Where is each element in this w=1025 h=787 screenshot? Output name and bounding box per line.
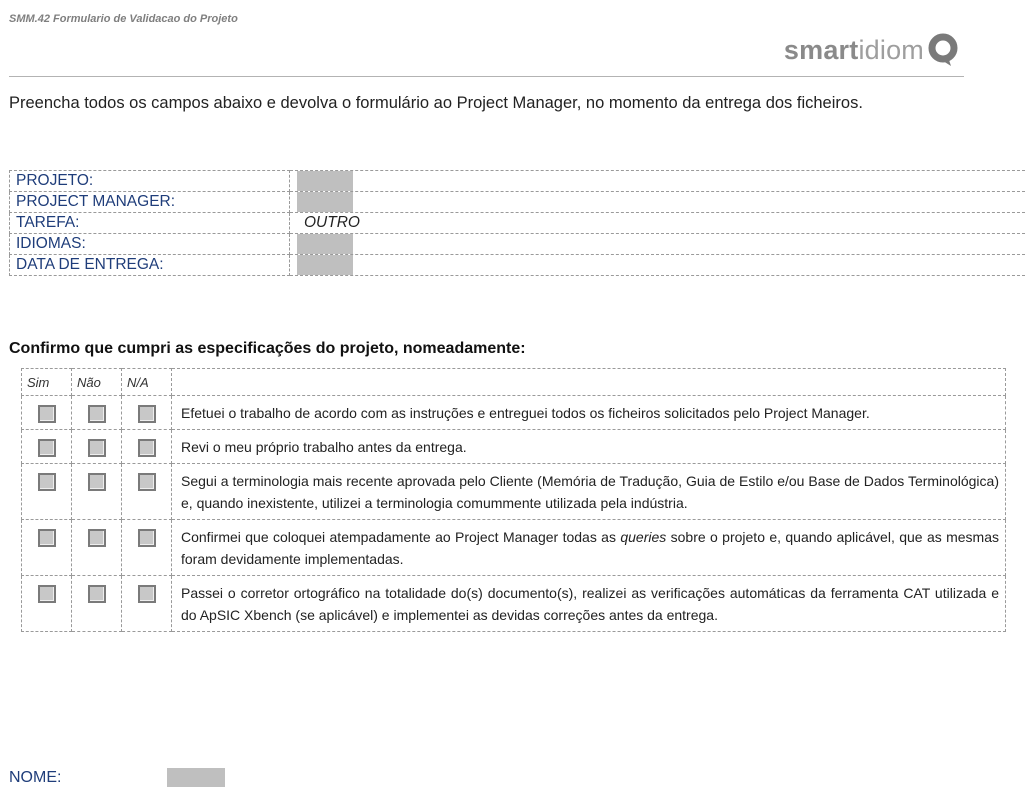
checklist-header-row: Sim Não N/A <box>21 368 1006 396</box>
checklist-table: Sim Não N/A Efetuei o trabalho de acordo… <box>21 368 1006 632</box>
checkbox-sim[interactable] <box>37 405 56 423</box>
info-row-projeto: PROJETO: <box>9 170 1025 192</box>
checkbox-na[interactable] <box>137 439 156 457</box>
intro-text: Preencha todos os campos abaixo e devolv… <box>9 94 863 112</box>
logo-mark-icon <box>928 33 958 66</box>
header-divider <box>9 76 964 77</box>
document-code: SMM.42 Formulario de Validacao do Projet… <box>9 13 238 25</box>
checklist-row: Revi o meu próprio trabalho antes da ent… <box>21 429 1006 464</box>
checkbox-sim[interactable] <box>37 585 56 603</box>
logo-wordmark-light: idiom <box>858 34 924 65</box>
checklist-item-text: Efetuei o trabalho de acordo com as inst… <box>171 395 1006 430</box>
info-row-project-manager: PROJECT MANAGER: <box>9 191 1025 213</box>
tarefa-value[interactable]: OUTRO <box>288 212 1025 234</box>
name-field[interactable] <box>167 768 225 787</box>
checklist-row: Confirmei que coloquei atempadamente ao … <box>21 519 1006 576</box>
info-value-cell <box>288 191 1025 213</box>
checklist-item-text: Revi o meu próprio trabalho antes da ent… <box>171 429 1006 464</box>
logo-wordmark: smart <box>783 34 859 65</box>
data-entrega-field[interactable] <box>296 255 353 275</box>
info-row-data-entrega: DATA DE ENTREGA: <box>9 254 1025 276</box>
checkbox-na[interactable] <box>137 405 156 423</box>
checkbox-nao[interactable] <box>87 585 106 603</box>
info-value-cell <box>288 233 1025 255</box>
info-row-idiomas: IDIOMAS: <box>9 233 1025 255</box>
checkbox-nao[interactable] <box>87 439 106 457</box>
checklist-row: Segui a terminologia mais recente aprova… <box>21 463 1006 520</box>
checkbox-nao[interactable] <box>87 473 106 491</box>
info-label: DATA DE ENTREGA: <box>9 254 290 276</box>
checkbox-nao[interactable] <box>87 405 106 423</box>
checklist-item-text: Segui a terminologia mais recente aprova… <box>171 463 1006 520</box>
checklist-row: Passei o corretor ortográfico na totalid… <box>21 575 1006 632</box>
info-label: TAREFA: <box>9 212 290 234</box>
project-info-table: PROJETO: PROJECT MANAGER: TAREFA: OUTRO … <box>9 170 1025 276</box>
checklist-item-text: Passei o corretor ortográfico na totalid… <box>171 575 1006 632</box>
info-label: IDIOMAS: <box>9 233 290 255</box>
idiomas-field[interactable] <box>296 234 353 254</box>
checklist-item-text: Confirmei que coloquei atempadamente ao … <box>171 519 1006 576</box>
info-label: PROJETO: <box>9 170 290 192</box>
smartidiom-logo: smart idiom <box>760 28 960 72</box>
column-header-description <box>171 368 1006 396</box>
checkbox-sim[interactable] <box>37 439 56 457</box>
checkbox-sim[interactable] <box>37 529 56 547</box>
project-manager-field[interactable] <box>296 192 353 212</box>
checkbox-nao[interactable] <box>87 529 106 547</box>
checkbox-sim[interactable] <box>37 473 56 491</box>
column-header-na: N/A <box>121 368 172 396</box>
column-header-nao: Não <box>71 368 122 396</box>
projeto-field[interactable] <box>296 171 353 191</box>
info-row-tarefa: TAREFA: OUTRO <box>9 212 1025 234</box>
column-header-sim: Sim <box>21 368 72 396</box>
info-value-cell <box>288 254 1025 276</box>
name-label: NOME: <box>9 769 62 786</box>
info-value-cell <box>288 170 1025 192</box>
checkbox-na[interactable] <box>137 473 156 491</box>
checkbox-na[interactable] <box>137 585 156 603</box>
checkbox-na[interactable] <box>137 529 156 547</box>
checklist-row: Efetuei o trabalho de acordo com as inst… <box>21 395 1006 430</box>
info-label: PROJECT MANAGER: <box>9 191 290 213</box>
confirm-heading: Confirmo que cumpri as especificações do… <box>9 340 526 357</box>
